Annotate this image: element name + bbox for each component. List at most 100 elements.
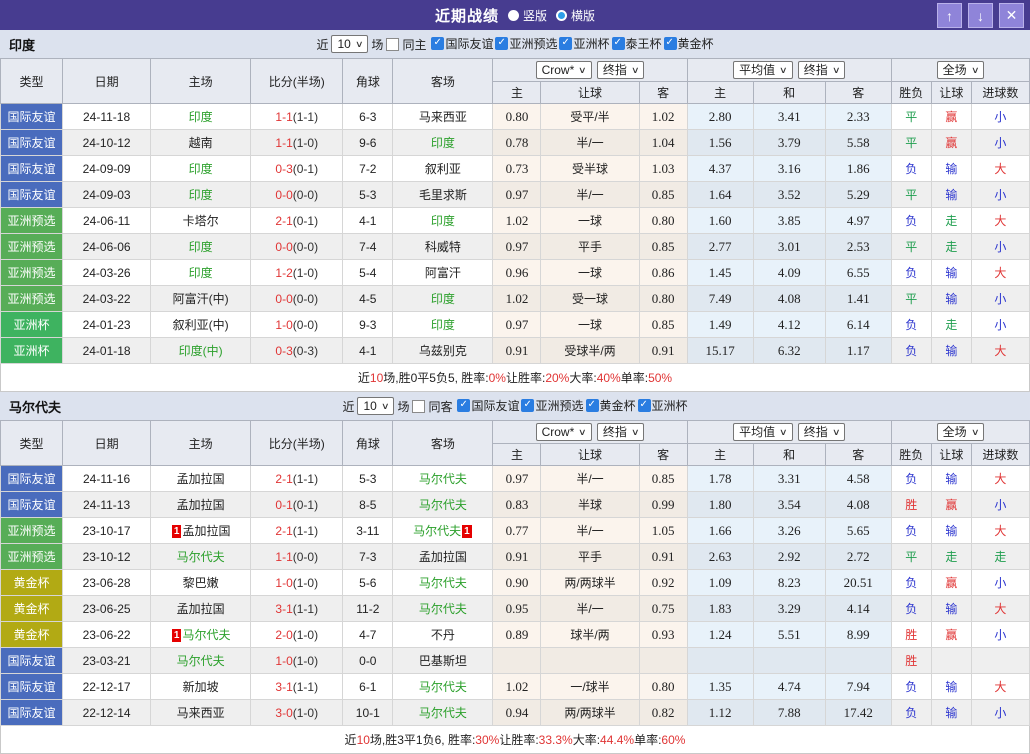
summary-text: 20% [545,371,569,385]
cell-result-goals: 小 [971,312,1029,338]
competition-type-badge: 亚洲预选 [1,260,63,286]
competition-type-badge: 国际友谊 [1,466,63,492]
cell-avg-draw: 8.23 [753,570,825,596]
checkbox-checked-icon [586,399,599,412]
same-venue-checkbox[interactable] [386,38,399,51]
cell-result-handicap: 赢 [931,570,971,596]
odds-stage-select[interactable]: 终指∨ [597,423,645,441]
filter-games-label: 场 [397,398,409,415]
cell-odds-handicap: 受半球 [541,156,639,182]
cell-date: 24-03-22 [63,286,151,312]
cell-avg-away: 20.51 [825,570,891,596]
half-time-score: (0-1) [293,162,318,176]
checkbox-checked-icon [559,37,572,50]
cell-avg-away: 4.58 [825,466,891,492]
cell-avg-home: 2.80 [687,104,753,130]
average-select[interactable]: 平均值∨ [733,423,793,441]
cell-result-handicap: 走 [931,544,971,570]
same-venue-checkbox[interactable] [412,400,425,413]
odds-stage-select[interactable]: 终指∨ [597,61,645,79]
bookmaker-select[interactable]: Crow*∨ [536,423,592,441]
summary-text: 单率: [634,731,661,748]
cell-result-outcome: 负 [891,312,931,338]
team-name: 马尔代夫 [9,397,61,416]
home-team-name: 孟加拉国 [177,602,225,616]
close-button[interactable]: ✕ [999,3,1024,28]
view-radio-vertical[interactable]: 竖版 [508,7,547,24]
competition-type-badge: 国际友谊 [1,156,63,182]
home-team-name: 印度 [189,266,213,280]
competition-filter[interactable]: 国际友谊 [457,397,519,414]
cell-result-goals: 小 [971,570,1029,596]
competition-filter[interactable]: 国际友谊 [431,35,493,52]
cell-date: 23-06-28 [63,570,151,596]
cell-date: 24-06-06 [63,234,151,260]
cell-score: 2-0(1-0) [251,622,343,648]
cell-avg-home: 15.17 [687,338,753,364]
odds-stage-select-2[interactable]: 终指∨ [798,61,846,79]
chevron-down-icon: ∨ [971,63,980,77]
competition-filter[interactable]: 亚洲杯 [559,35,609,52]
cell-away-team: 马尔代夫 [393,596,493,622]
cell-odds-home: 0.97 [493,234,541,260]
competition-filter[interactable]: 亚洲预选 [521,397,583,414]
average-select[interactable]: 平均值∨ [733,61,793,79]
competition-filter[interactable]: 亚洲预选 [495,35,557,52]
away-team-name: 孟加拉国 [419,550,467,564]
cell-result-goals: 大 [971,338,1029,364]
cell-odds-handicap [541,648,639,674]
cell-avg-home: 1.64 [687,182,753,208]
cell-avg-draw: 3.79 [753,130,825,156]
competition-filter[interactable]: 黄金杯 [586,397,636,414]
cell-result-outcome: 负 [891,518,931,544]
cell-avg-away: 6.55 [825,260,891,286]
cell-avg-home: 1.45 [687,260,753,286]
bookmaker-select[interactable]: Crow*∨ [536,61,592,79]
checkbox-checked-icon [638,399,651,412]
scroll-down-button[interactable]: ↓ [968,3,993,28]
away-team-name: 不丹 [431,628,455,642]
cell-odds-away: 0.85 [639,234,687,260]
summary-text: 单率: [621,369,648,386]
cell-result-outcome: 负 [891,338,931,364]
cell-odds-home [493,648,541,674]
cell-score: 0-0(0-0) [251,234,343,260]
sub-header-odds-home: 主 [493,444,541,466]
chevron-down-icon: ∨ [631,63,640,77]
cell-odds-handicap: 一球 [541,260,639,286]
summary-text: 让胜率: [499,731,538,748]
half-time-score: (1-1) [293,602,318,616]
scope-select[interactable]: 全场∨ [937,61,985,79]
same-venue-label: 同客 [428,398,452,415]
scope-select[interactable]: 全场∨ [937,423,985,441]
filter-near-label: 近 [316,36,328,53]
cell-corners: 9-3 [343,312,393,338]
cell-date: 23-03-21 [63,648,151,674]
competition-filter[interactable]: 泰王杯 [612,35,662,52]
competition-filter[interactable]: 黄金杯 [664,35,714,52]
cell-avg-home: 1.12 [687,700,753,726]
competition-filter[interactable]: 亚洲杯 [638,397,688,414]
odds-stage-select-2[interactable]: 终指∨ [798,423,846,441]
match-count-select[interactable]: 10∨ [357,397,394,415]
home-team-name: 卡塔尔 [183,214,219,228]
match-count-select[interactable]: 10∨ [331,35,368,53]
cell-date: 23-10-12 [63,544,151,570]
checkbox-checked-icon [521,399,534,412]
average-odds-group: 平均值∨ 终指∨ [687,59,891,82]
cell-result-outcome: 负 [891,570,931,596]
cell-odds-away: 0.85 [639,466,687,492]
half-time-score: (1-1) [293,472,318,486]
cell-away-team: 乌兹别克 [393,338,493,364]
filter-games-label: 场 [371,36,383,53]
cell-away-team: 叙利亚 [393,156,493,182]
home-team-name: 叙利亚(中) [173,318,229,332]
scroll-up-button[interactable]: ↑ [937,3,962,28]
cell-avg-draw: 3.16 [753,156,825,182]
cell-result-outcome: 负 [891,208,931,234]
cell-avg-draw: 7.88 [753,700,825,726]
sub-header-avg-draw: 和 [753,82,825,104]
cell-result-outcome: 平 [891,286,931,312]
competition-type-badge: 亚洲杯 [1,312,63,338]
view-radio-horizontal[interactable]: 横版 [556,7,595,24]
